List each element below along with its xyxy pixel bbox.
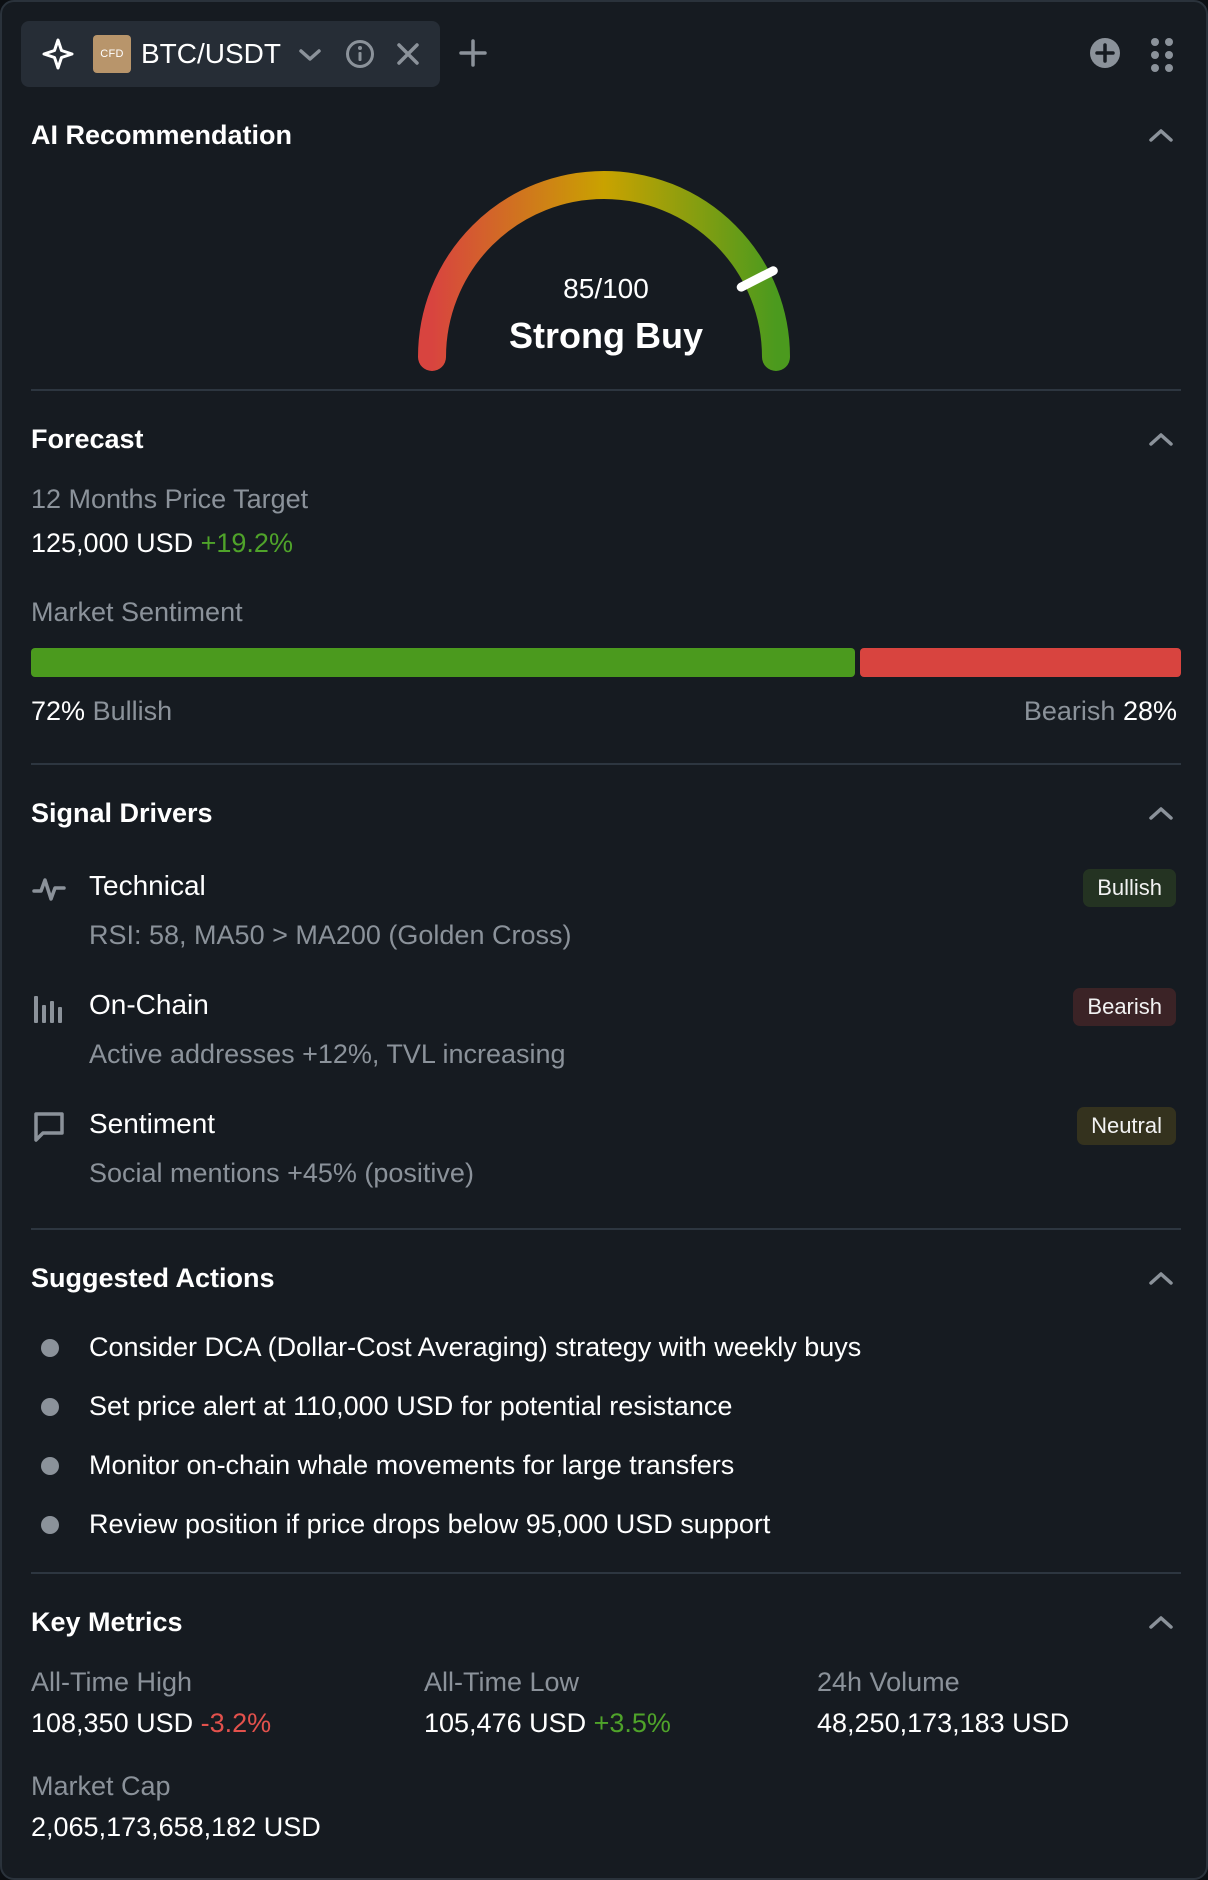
info-icon[interactable] <box>344 38 376 70</box>
cfd-badge: CFD <box>93 35 131 73</box>
add-tab-icon[interactable] <box>455 35 491 71</box>
tab-bar: CFD BTC/USDT <box>2 2 1206 102</box>
bullet-icon <box>41 1516 59 1534</box>
section-title-signal-drivers: Signal Drivers <box>31 798 213 828</box>
metric-value-row: 108,350 USD -3.2% <box>31 1708 271 1739</box>
price-target-value: 125,000 USD <box>31 528 194 558</box>
metric-value: 108,350 USD <box>31 1708 194 1738</box>
bullet-icon <box>41 1457 59 1475</box>
divider <box>31 389 1181 391</box>
price-target-label: 12 Months Price Target <box>31 484 309 514</box>
metric-change: -3.2% <box>200 1708 272 1738</box>
action-item: Review position if price drops below 95,… <box>89 1509 771 1539</box>
price-target-change: +19.2% <box>200 528 293 558</box>
metric-value: 48,250,173,183 USD <box>817 1708 1070 1738</box>
metric-value: 2,065,173,658,182 USD <box>31 1812 321 1842</box>
driver-name: Sentiment <box>89 1108 216 1139</box>
driver-detail: Active addresses +12%, TVL increasing <box>89 1039 566 1069</box>
metric-label: 24h Volume <box>817 1667 960 1697</box>
metric-label: All-Time Low <box>424 1667 580 1697</box>
bearish-summary: Bearish 28% <box>1024 696 1177 727</box>
driver-name: Technical <box>89 870 206 901</box>
sentiment-bar-bullish <box>31 648 855 677</box>
metric-change: +3.5% <box>593 1708 671 1738</box>
driver-badge-bearish: Bearish <box>1073 988 1176 1026</box>
chevron-up-icon[interactable] <box>1146 1611 1176 1633</box>
chevron-down-icon[interactable] <box>296 41 324 69</box>
tab-btc-usdt[interactable]: CFD BTC/USDT <box>21 21 440 87</box>
chevron-up-icon[interactable] <box>1146 1267 1176 1289</box>
driver-badge-neutral: Neutral <box>1077 1107 1176 1145</box>
action-item: Set price alert at 110,000 USD for poten… <box>89 1391 733 1421</box>
pulse-icon <box>32 878 66 901</box>
divider <box>31 1228 1181 1230</box>
metric-label: All-Time High <box>31 1667 193 1697</box>
chevron-up-icon[interactable] <box>1146 124 1176 146</box>
section-title-suggested-actions: Suggested Actions <box>31 1263 275 1293</box>
metric-value: 105,476 USD <box>424 1708 587 1738</box>
divider <box>31 763 1181 765</box>
bearish-percent: 28% <box>1122 696 1177 726</box>
chevron-up-icon[interactable] <box>1146 428 1176 450</box>
section-title-ai-recommendation: AI Recommendation <box>31 120 293 150</box>
bearish-label: Bearish <box>1023 696 1116 726</box>
driver-detail: RSI: 58, MA50 > MA200 (Golden Cross) <box>89 920 572 950</box>
recommendation-label: Strong Buy <box>509 315 703 356</box>
bullish-label: Bullish <box>92 696 173 726</box>
sentiment-bar-bearish <box>860 648 1181 677</box>
driver-detail: Social mentions +45% (positive) <box>89 1158 474 1188</box>
ai-insights-panel: CFD BTC/USDT AI Recommendation 85/100 St… <box>0 0 1208 1880</box>
close-icon[interactable] <box>393 39 423 69</box>
driver-name: On-Chain <box>89 989 209 1020</box>
bullet-icon <box>41 1398 59 1416</box>
section-title-forecast: Forecast <box>31 424 144 454</box>
bullish-summary: 72% Bullish <box>31 696 172 727</box>
action-item: Monitor on-chain whale movements for lar… <box>89 1450 735 1480</box>
driver-badge-bullish: Bullish <box>1083 869 1176 907</box>
sparkle-icon <box>42 38 74 70</box>
price-target-row: 125,000 USD +19.2% <box>31 528 293 559</box>
bar-chart-icon <box>34 996 62 1023</box>
chevron-up-icon[interactable] <box>1146 802 1176 824</box>
chat-bubble-icon <box>34 1112 64 1142</box>
market-sentiment-label: Market Sentiment <box>31 597 243 627</box>
gauge-score: 85/100 <box>563 273 649 304</box>
section-title-key-metrics: Key Metrics <box>31 1607 183 1637</box>
divider <box>31 1572 1181 1574</box>
bullet-icon <box>41 1339 59 1357</box>
drag-handle-icon[interactable] <box>1148 36 1176 74</box>
action-item: Consider DCA (Dollar-Cost Averaging) str… <box>89 1332 862 1362</box>
bullish-percent: 72% <box>31 696 86 726</box>
add-widget-icon[interactable] <box>1088 36 1122 70</box>
metric-label: Market Cap <box>31 1771 171 1801</box>
tab-pair-label: BTC/USDT <box>141 38 281 69</box>
metric-value-row: 105,476 USD +3.5% <box>424 1708 671 1739</box>
